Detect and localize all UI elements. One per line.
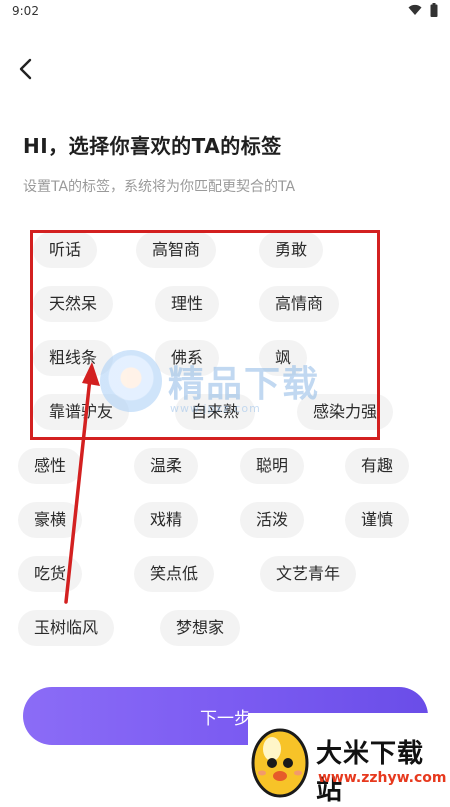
wifi-icon xyxy=(408,4,422,15)
tag-item[interactable]: 高情商 xyxy=(259,286,340,322)
corner-site-badge: 大米下载站 www.zzhyw.com xyxy=(248,713,450,806)
tag-item[interactable]: 高智商 xyxy=(136,232,217,268)
tag-item[interactable]: 靠谱驴友 xyxy=(33,394,130,430)
tag-item[interactable]: 谨慎 xyxy=(345,502,410,538)
tag-item[interactable]: 梦想家 xyxy=(160,610,241,646)
back-arrow-icon xyxy=(19,58,32,80)
tag-item[interactable]: 天然呆 xyxy=(33,286,114,322)
tag-item[interactable]: 听话 xyxy=(33,232,98,268)
tag-item[interactable]: 有趣 xyxy=(345,448,410,484)
tag-item[interactable]: 飒 xyxy=(259,340,308,376)
tag-item[interactable]: 感性 xyxy=(18,448,83,484)
battery-icon xyxy=(430,3,438,17)
tag-item[interactable]: 笑点低 xyxy=(134,556,215,592)
badge-url: www.zzhyw.com xyxy=(318,770,447,786)
tag-item[interactable]: 自来熟 xyxy=(175,394,256,430)
tag-item[interactable]: 感染力强 xyxy=(297,394,394,430)
tag-item[interactable]: 温柔 xyxy=(134,448,199,484)
tag-item[interactable]: 玉树临风 xyxy=(18,610,115,646)
status-bar: 9:02 xyxy=(0,0,450,24)
status-icons xyxy=(408,3,438,17)
tag-item[interactable]: 文艺青年 xyxy=(260,556,357,592)
tag-item[interactable]: 戏精 xyxy=(134,502,199,538)
tag-item[interactable]: 聪明 xyxy=(240,448,305,484)
mascot-egg-icon xyxy=(251,728,309,798)
tag-item[interactable]: 活泼 xyxy=(240,502,305,538)
tag-item[interactable]: 粗线条 xyxy=(33,340,114,376)
tag-item[interactable]: 佛系 xyxy=(155,340,220,376)
status-time: 9:02 xyxy=(12,4,39,18)
back-button[interactable] xyxy=(12,55,40,83)
page-subtitle: 设置TA的标签，系统将为你匹配更契合的TA xyxy=(23,179,296,195)
tag-item[interactable]: 理性 xyxy=(155,286,220,322)
tag-item[interactable]: 吃货 xyxy=(18,556,83,592)
page-title: HI，选择你喜欢的TA的标签 xyxy=(23,134,282,158)
tag-item[interactable]: 勇敢 xyxy=(259,232,324,268)
tag-item[interactable]: 豪横 xyxy=(18,502,83,538)
